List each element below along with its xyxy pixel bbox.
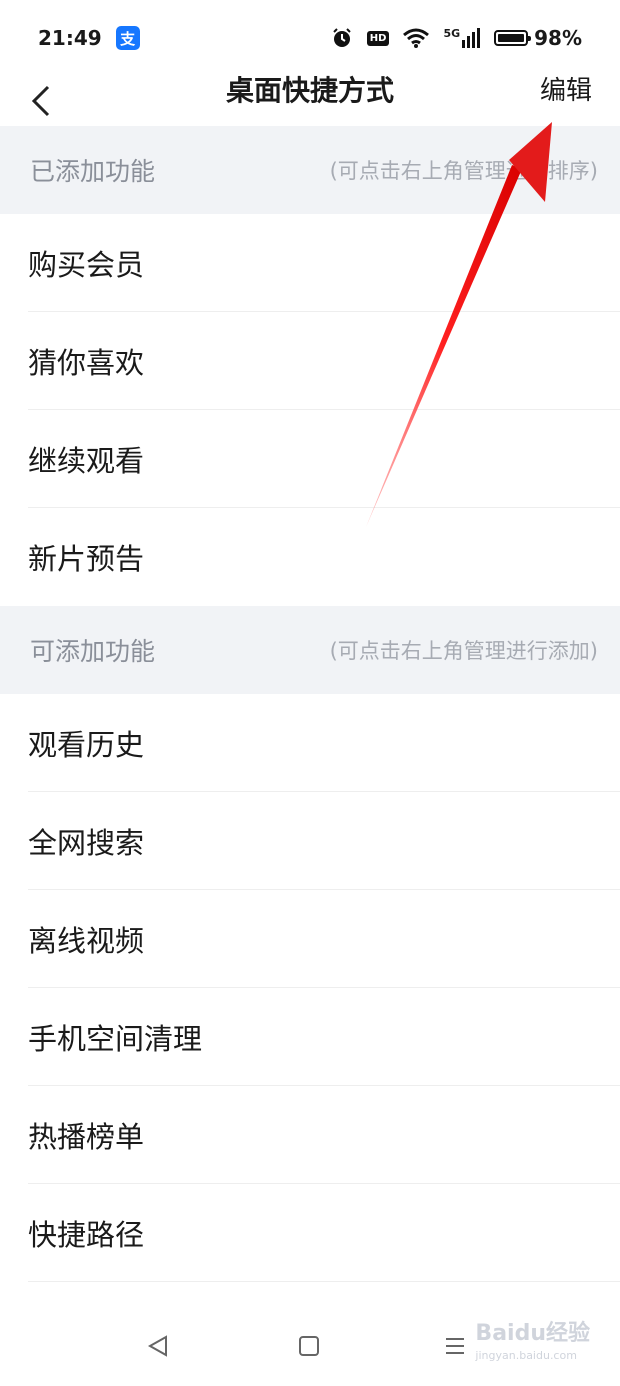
added-section-hint: (可点击右上角管理进行排序) [329, 159, 598, 183]
status-right: HD 5G 98% [331, 26, 582, 50]
battery-icon [494, 30, 532, 46]
wifi-icon [403, 28, 430, 48]
battery-fill [498, 34, 524, 42]
watermark-url: jingyan.baidu.com [475, 1349, 577, 1362]
available-item[interactable]: 手机空间清理 [28, 988, 620, 1086]
alarm-icon [333, 28, 351, 47]
baidu-watermark: Baidu经验 jingyan.baidu.com [475, 1315, 590, 1362]
alipay-icon: 支 [115, 26, 140, 50]
signal-icon: 5G [443, 27, 481, 48]
available-item[interactable]: 热播榜单 [28, 1086, 620, 1184]
available-section-header: 可添加功能 (可点击右上角管理进行添加) [0, 606, 620, 694]
added-section-header: 已添加功能 (可点击右上角管理进行排序) [0, 126, 620, 214]
available-section-hint: (可点击右上角管理进行添加) [329, 639, 598, 663]
back-triangle-icon[interactable] [146, 1334, 170, 1358]
battery-indicator: 98% [494, 26, 582, 50]
status-bar: 21:49 支 HD 5G 98% [0, 0, 620, 76]
available-item[interactable]: 离线视频 [28, 890, 620, 988]
home-square-icon[interactable] [297, 1334, 321, 1358]
available-item[interactable]: 快捷路径 [28, 1184, 620, 1282]
chevron-left-icon [31, 85, 50, 117]
added-item[interactable]: 猜你喜欢 [28, 312, 620, 410]
menu-lines-icon[interactable] [443, 1334, 467, 1358]
battery-percent: 98% [534, 26, 582, 50]
added-item[interactable]: 新片预告 [28, 508, 620, 606]
header: 桌面快捷方式 编辑 [0, 76, 620, 126]
edit-button[interactable]: 编辑 [540, 76, 592, 106]
added-item[interactable]: 继续观看 [28, 410, 620, 508]
back-button[interactable] [30, 76, 70, 126]
hd-icon: HD [366, 30, 390, 46]
signal-label: 5G [443, 27, 461, 40]
available-section-title: 可添加功能 [30, 637, 156, 666]
added-item[interactable]: 购买会员 [28, 214, 620, 312]
status-left: 21:49 支 [38, 26, 140, 50]
status-time: 21:49 [38, 26, 102, 50]
available-item[interactable]: 全网搜索 [28, 792, 620, 890]
available-item[interactable]: 观看历史 [28, 694, 620, 792]
page-title: 桌面快捷方式 [225, 74, 394, 107]
watermark-text: Baidu经验 [475, 1321, 590, 1346]
added-section-title: 已添加功能 [30, 157, 156, 186]
